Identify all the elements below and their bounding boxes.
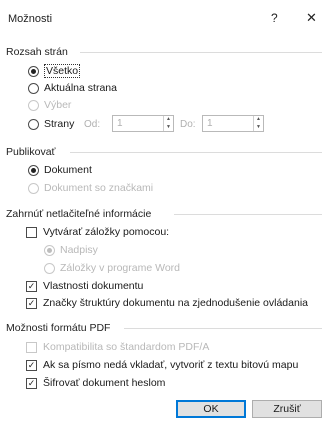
- radio-button: [28, 182, 39, 194]
- checkbox[interactable]: [26, 226, 37, 238]
- checkbox-pdfa-label: Kompatibilita so štandardom PDF/A: [43, 341, 210, 353]
- radio-document-markup-label: Dokument so značkami: [44, 182, 154, 194]
- checkbox[interactable]: ✓: [26, 297, 37, 309]
- radio-headings-label: Nadpisy: [60, 244, 98, 256]
- checkbox: [26, 341, 37, 353]
- radio-pages[interactable]: Strany: [28, 118, 74, 130]
- group-divider: [70, 152, 322, 153]
- checkbox-structure-tags-label: Značky štruktúry dokumentu na zjednoduše…: [43, 297, 308, 309]
- stepper-arrows[interactable]: ▲ ▼: [163, 116, 173, 131]
- to-label: Do:: [180, 119, 196, 130]
- stepper-arrows[interactable]: ▲ ▼: [253, 116, 263, 131]
- pdf-group-label: Možnosti formátu PDF: [6, 322, 111, 334]
- radio-word-bookmarks: Záložky v programe Word: [44, 262, 180, 274]
- checkbox-bitmap-text[interactable]: ✓ Ak sa písmo nedá vkladať, vytvoriť z t…: [26, 359, 298, 371]
- radio-all-label: Všetko: [44, 64, 81, 78]
- chevron-down-icon[interactable]: ▼: [164, 124, 173, 132]
- radio-all-pages[interactable]: Všetko: [28, 64, 81, 78]
- checkbox-structure-tags[interactable]: ✓ Značky štruktúry dokumentu na zjednodu…: [26, 297, 308, 309]
- ok-button[interactable]: OK: [176, 400, 246, 418]
- from-page-value[interactable]: 1: [113, 116, 163, 131]
- checkbox-pdfa: Kompatibilita so štandardom PDF/A: [26, 341, 209, 353]
- radio-button: [44, 244, 55, 256]
- radio-button[interactable]: [28, 65, 39, 77]
- radio-word-bookmarks-label: Záložky v programe Word: [60, 262, 181, 274]
- radio-document[interactable]: Dokument: [28, 164, 92, 176]
- group-divider: [80, 52, 322, 53]
- radio-button[interactable]: [28, 118, 39, 130]
- from-page-stepper[interactable]: 1 ▲ ▼: [112, 115, 174, 132]
- radio-button[interactable]: [28, 82, 39, 94]
- group-divider: [124, 328, 322, 329]
- radio-headings: Nadpisy: [44, 244, 98, 256]
- radio-document-label: Dokument: [44, 164, 92, 176]
- checkbox[interactable]: ✓: [26, 359, 37, 371]
- checkbox-doc-properties-label: Vlastnosti dokumentu: [43, 280, 144, 292]
- checkbox-bookmarks[interactable]: Vytvárať záložky pomocou:: [26, 226, 169, 238]
- group-divider: [174, 214, 322, 215]
- checkbox[interactable]: ✓: [26, 280, 37, 292]
- title-bar: Možnosti ? ✕: [0, 0, 328, 34]
- radio-current-page[interactable]: Aktuálna strana: [28, 82, 117, 94]
- checkbox-bookmarks-label: Vytvárať záložky pomocou:: [43, 226, 170, 238]
- page-range-group-label: Rozsah strán: [6, 46, 68, 58]
- from-label: Od:: [84, 119, 101, 130]
- publish-group-label: Publikovať: [6, 146, 56, 158]
- dialog-title: Možnosti: [8, 13, 53, 25]
- checkbox-bitmap-text-label: Ak sa písmo nedá vkladať, vytvoriť z tex…: [43, 359, 299, 371]
- to-page-value[interactable]: 1: [203, 116, 253, 131]
- close-icon[interactable]: ✕: [306, 10, 317, 26]
- help-icon[interactable]: ?: [271, 11, 278, 25]
- radio-button: [44, 262, 55, 274]
- nonprint-group-label: Zahrnúť netlačiteľné informácie: [6, 208, 152, 220]
- radio-pages-label: Strany: [44, 118, 75, 130]
- to-page-stepper[interactable]: 1 ▲ ▼: [202, 115, 264, 132]
- chevron-up-icon[interactable]: ▲: [254, 116, 263, 124]
- chevron-up-icon[interactable]: ▲: [164, 116, 173, 124]
- chevron-down-icon[interactable]: ▼: [254, 124, 263, 132]
- checkbox-encrypt-label: Šifrovať dokument heslom: [43, 377, 166, 389]
- radio-current-label: Aktuálna strana: [44, 82, 117, 94]
- radio-selection: Výber: [28, 99, 71, 111]
- radio-button: [28, 99, 39, 111]
- radio-button[interactable]: [28, 164, 39, 176]
- radio-selection-label: Výber: [44, 99, 72, 111]
- checkbox-doc-properties[interactable]: ✓ Vlastnosti dokumentu: [26, 280, 143, 292]
- radio-document-markup: Dokument so značkami: [28, 182, 153, 194]
- checkbox-encrypt[interactable]: ✓ Šifrovať dokument heslom: [26, 377, 165, 389]
- checkbox[interactable]: ✓: [26, 377, 37, 389]
- cancel-button[interactable]: Zrušiť: [252, 400, 322, 418]
